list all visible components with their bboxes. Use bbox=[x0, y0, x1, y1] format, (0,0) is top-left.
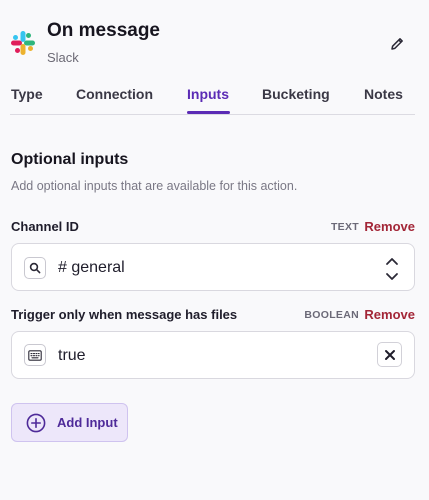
field-type-badge: TEXT bbox=[330, 221, 359, 233]
plus-circle-icon bbox=[26, 413, 46, 433]
slack-logo-icon bbox=[11, 31, 35, 55]
tab-notes[interactable]: Notes bbox=[364, 86, 403, 102]
remove-has-files-button[interactable]: Remove bbox=[364, 307, 415, 322]
pencil-icon bbox=[391, 38, 403, 50]
channel-id-input[interactable]: # general bbox=[11, 243, 415, 291]
add-input-label: Add Input bbox=[57, 415, 118, 430]
action-title: On message bbox=[47, 20, 160, 41]
has-files-value: true bbox=[58, 347, 86, 364]
chevron-up-down-icon[interactable] bbox=[384, 256, 400, 282]
edit-button[interactable] bbox=[383, 30, 411, 58]
channel-id-value: # general bbox=[58, 259, 125, 276]
keyboard-icon bbox=[24, 344, 46, 366]
tab-connection[interactable]: Connection bbox=[76, 86, 153, 102]
active-tab-indicator bbox=[187, 111, 230, 114]
search-icon bbox=[24, 257, 46, 279]
has-files-input[interactable]: true bbox=[11, 331, 415, 379]
tab-bucketing[interactable]: Bucketing bbox=[262, 86, 330, 102]
field-label-channel-id: Channel ID bbox=[11, 219, 79, 234]
tab-bar: Type Connection Inputs Bucketing Notes bbox=[10, 84, 415, 115]
section-description: Add optional inputs that are available f… bbox=[11, 179, 298, 193]
tab-inputs[interactable]: Inputs bbox=[187, 86, 229, 102]
close-icon bbox=[384, 349, 395, 360]
action-app-name: Slack bbox=[47, 50, 79, 65]
clear-value-button[interactable] bbox=[377, 342, 402, 367]
add-input-button[interactable]: Add Input bbox=[11, 403, 128, 442]
tab-type[interactable]: Type bbox=[11, 86, 43, 102]
field-type-badge: BOOLEAN bbox=[304, 309, 359, 321]
remove-channel-id-button[interactable]: Remove bbox=[364, 219, 415, 234]
field-label-has-files: Trigger only when message has files bbox=[11, 307, 238, 322]
action-header: On message Slack bbox=[10, 18, 419, 66]
section-title: Optional inputs bbox=[11, 151, 129, 168]
